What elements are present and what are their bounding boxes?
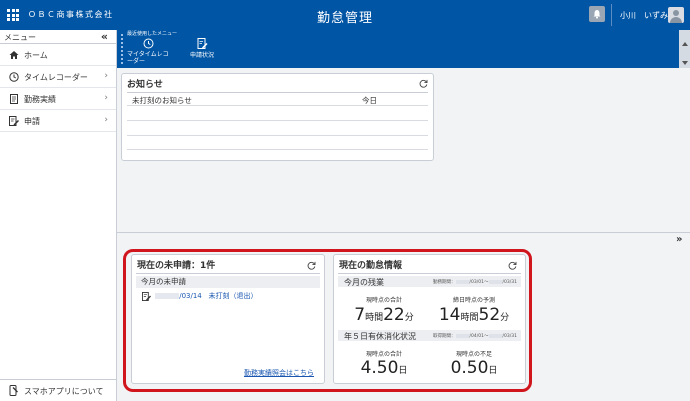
notice-panel: お知らせ 未打刻のお知らせ 今日: [121, 73, 434, 161]
drag-handle[interactable]: [121, 34, 123, 64]
leave-total-value: 4.50日: [360, 358, 408, 378]
sidebar-item-application[interactable]: 申請 ›: [0, 110, 116, 132]
chevron-right-icon: ›: [104, 93, 108, 103]
edit-document-icon: [142, 291, 152, 301]
attendance-info-panel: 現在の勤怠情報 今月の残業 勤務期間：/03/01～/03/31 現時点の合計 …: [333, 254, 526, 384]
collapse-menu-icon[interactable]: «: [101, 30, 108, 43]
overtime-period: 勤務期間：/03/01～/03/31: [433, 279, 517, 285]
pending-item-text: 未打刻（退出）: [208, 292, 258, 300]
chevron-right-icon: ›: [104, 115, 108, 125]
application-status-label: 申請状況: [189, 52, 214, 59]
my-time-recorder-button[interactable]: マイタイムレコーダー: [127, 38, 171, 65]
sidebar-item-label: ホーム: [24, 51, 48, 60]
sidebar-item-time-recorder[interactable]: タイムレコーダー ›: [0, 66, 116, 88]
header-divider: [611, 4, 612, 26]
sidebar-item-smartphone-app[interactable]: スマホアプリについて: [0, 379, 116, 401]
recent-menu-caption: 最近使用したメニュー: [127, 31, 178, 37]
content-divider: [117, 232, 690, 233]
leave-total-caption: 現時点の合計: [365, 351, 402, 358]
leave-label: 年５日有休消化状況: [344, 332, 416, 341]
recent-menu-toolbar: 最近使用したメニュー マイタイムレコーダー 申請状況: [117, 30, 690, 68]
menu-label: メニュー: [4, 33, 36, 42]
scroll-down-icon[interactable]: [682, 61, 688, 65]
edit-document-icon: [197, 38, 208, 49]
pending-subheader: 今月の未申請: [136, 276, 320, 288]
smartphone-icon: [9, 385, 18, 396]
menu-header: メニュー «: [0, 30, 116, 44]
edit-document-icon: [9, 116, 19, 126]
pending-item-date: /03/14: [179, 292, 202, 300]
refresh-icon[interactable]: [508, 261, 517, 270]
pending-item[interactable]: /03/14 未打刻（退出）: [142, 291, 257, 301]
sidebar: メニュー « ホーム タイムレコーダー › 勤務実績 › 申請 › スマホアプリ…: [0, 30, 117, 401]
chevron-right-icon: ›: [104, 71, 108, 81]
sidebar-item-label: 申請: [24, 117, 40, 126]
sidebar-item-home[interactable]: ホーム: [0, 44, 116, 66]
clock-icon: [9, 72, 19, 82]
avatar[interactable]: [668, 7, 684, 23]
top-bar: ＯＢＣ商事株式会社 勤怠管理 小川 いずみ: [0, 0, 690, 30]
overtime-forecast-value: 14時間52分: [438, 305, 510, 325]
leave-shortfall-caption: 現時点の不足: [455, 351, 492, 358]
pending-application-panel: 現在の未申請：1件 今月の未申請 /03/14 未打刻（退出） 勤務実績照会はこ…: [131, 254, 325, 384]
overtime-forecast-caption: 締日時点の予測: [452, 297, 495, 304]
application-status-button[interactable]: 申請状況: [187, 38, 217, 59]
sidebar-item-label: タイムレコーダー: [24, 73, 88, 82]
notice-title: お知らせ: [127, 80, 163, 90]
sidebar-item-label: 勤務実績: [24, 95, 56, 104]
toolbar-scrollbar[interactable]: [679, 30, 690, 68]
leave-period: 取得期間：/04/01～/03/31: [433, 333, 517, 339]
sidebar-footer-label: スマホアプリについて: [24, 387, 104, 396]
scroll-up-icon[interactable]: [682, 42, 688, 46]
overtime-label: 今月の残業: [344, 278, 384, 287]
overtime-current-value: 7時間22分: [354, 305, 414, 325]
sidebar-item-work-record[interactable]: 勤務実績 ›: [0, 88, 116, 110]
document-icon: [10, 94, 18, 104]
home-icon: [9, 51, 19, 59]
refresh-icon[interactable]: [419, 79, 428, 88]
leave-section-header: 年５日有休消化状況 取得期間：/04/01～/03/31: [338, 330, 521, 341]
overtime-section-header: 今月の残業 勤務期間：/03/01～/03/31: [338, 276, 521, 287]
double-chevron-down-icon[interactable]: »: [676, 234, 682, 245]
work-record-link[interactable]: 勤務実績照会はこちら: [244, 368, 314, 378]
my-time-recorder-label: マイタイムレコーダー: [127, 51, 169, 65]
attendance-title: 現在の勤怠情報: [339, 261, 403, 271]
refresh-icon[interactable]: [307, 261, 316, 270]
app-title: 勤怠管理: [316, 11, 373, 26]
masked-year: [155, 293, 180, 299]
pending-title: 現在の未申請：1件: [137, 261, 216, 271]
user-name[interactable]: 小川 いずみ: [620, 10, 668, 21]
leave-shortfall-value: 0.50日: [450, 358, 498, 378]
notification-bell-icon[interactable]: [589, 6, 605, 22]
clock-icon: [143, 38, 154, 49]
overtime-current-caption: 現時点の合計: [365, 297, 402, 304]
